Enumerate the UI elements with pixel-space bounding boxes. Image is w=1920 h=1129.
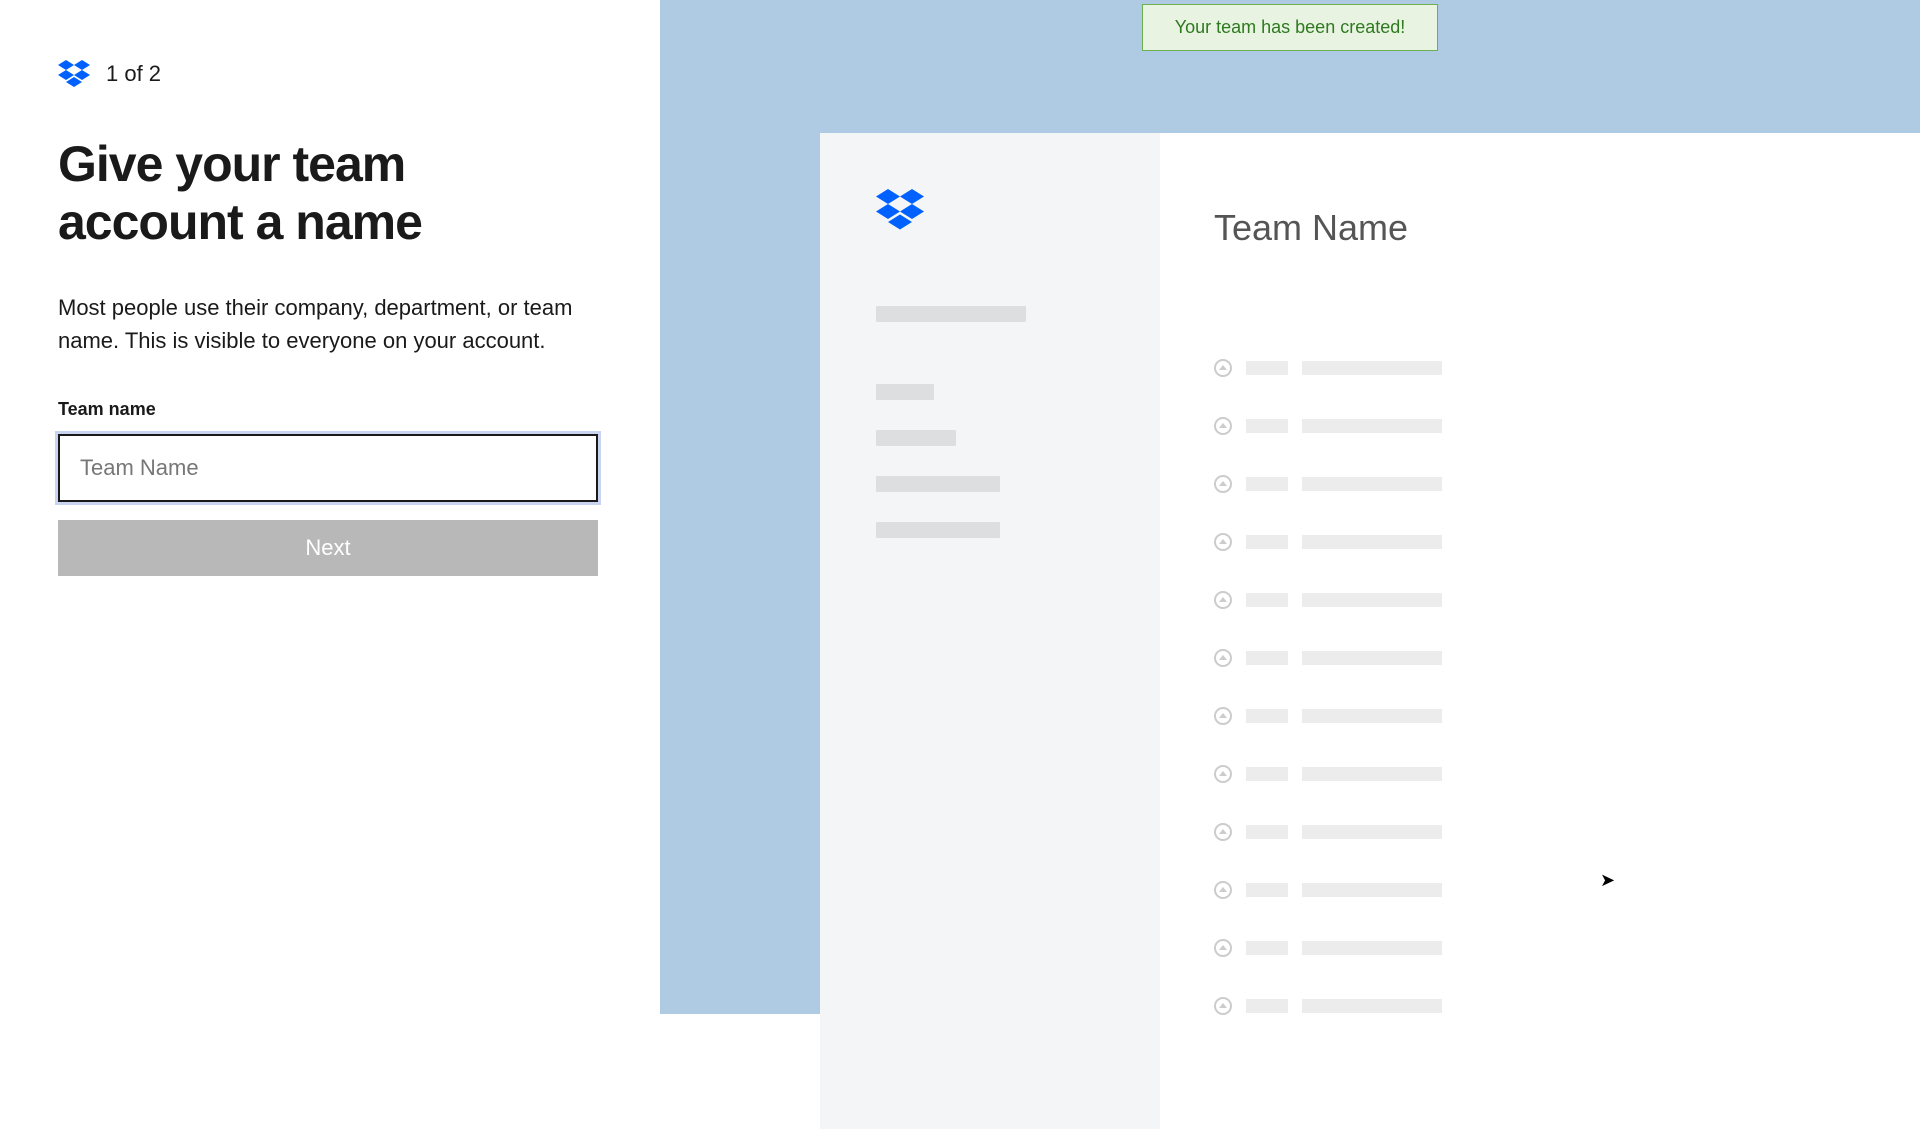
step-indicator: 1 of 2 bbox=[106, 61, 161, 87]
skeleton-bar bbox=[1302, 709, 1442, 723]
setup-form-panel: 1 of 2 Give your team account a name Mos… bbox=[0, 0, 660, 1014]
cloud-icon bbox=[1214, 475, 1232, 493]
list-item bbox=[1214, 765, 1866, 783]
skeleton-bar bbox=[1302, 941, 1442, 955]
list-item bbox=[1214, 997, 1866, 1015]
list-item bbox=[1214, 533, 1866, 551]
skeleton-bar bbox=[1246, 651, 1288, 665]
cloud-icon bbox=[1214, 881, 1232, 899]
preview-main: Team Name bbox=[1160, 133, 1920, 1129]
skeleton-bar bbox=[1246, 767, 1288, 781]
next-button[interactable]: Next bbox=[58, 520, 598, 576]
dropbox-logo-icon bbox=[58, 60, 90, 88]
page-description: Most people use their company, departmen… bbox=[58, 291, 588, 357]
list-item bbox=[1214, 881, 1866, 899]
cloud-icon bbox=[1214, 823, 1232, 841]
cloud-icon bbox=[1214, 707, 1232, 725]
cloud-icon bbox=[1214, 359, 1232, 377]
skeleton-bar bbox=[1302, 477, 1442, 491]
preview-team-name: Team Name bbox=[1214, 207, 1866, 249]
cloud-icon bbox=[1214, 649, 1232, 667]
skeleton-bar bbox=[1302, 767, 1442, 781]
skeleton-bar bbox=[1302, 651, 1442, 665]
page-heading: Give your team account a name bbox=[58, 136, 602, 251]
skeleton-bar bbox=[1246, 999, 1288, 1013]
cloud-icon bbox=[1214, 765, 1232, 783]
preview-sidebar bbox=[820, 133, 1160, 1129]
skeleton-bar bbox=[876, 522, 1000, 538]
list-item bbox=[1214, 649, 1866, 667]
skeleton-bar bbox=[1302, 535, 1442, 549]
list-item bbox=[1214, 417, 1866, 435]
skeleton-bar bbox=[876, 384, 934, 400]
list-item bbox=[1214, 823, 1866, 841]
skeleton-bar bbox=[1302, 361, 1442, 375]
list-item bbox=[1214, 359, 1866, 377]
skeleton-bar bbox=[1302, 825, 1442, 839]
team-name-input[interactable] bbox=[58, 434, 598, 502]
list-item bbox=[1214, 591, 1866, 609]
skeleton-bar bbox=[1302, 883, 1442, 897]
list-item bbox=[1214, 939, 1866, 957]
skeleton-bar bbox=[1302, 999, 1442, 1013]
cloud-icon bbox=[1214, 997, 1232, 1015]
preview-panel: Your team has been created! Team Name bbox=[660, 0, 1920, 1014]
cloud-icon bbox=[1214, 591, 1232, 609]
skeleton-bar bbox=[1246, 593, 1288, 607]
skeleton-bar bbox=[1246, 535, 1288, 549]
preview-window: Team Name bbox=[820, 133, 1920, 1129]
logo-row: 1 of 2 bbox=[58, 60, 602, 88]
skeleton-bar bbox=[876, 430, 956, 446]
cloud-icon bbox=[1214, 533, 1232, 551]
list-item bbox=[1214, 707, 1866, 725]
skeleton-bar bbox=[1302, 419, 1442, 433]
skeleton-bar bbox=[1246, 941, 1288, 955]
skeleton-bar bbox=[1246, 883, 1288, 897]
skeleton-bar bbox=[876, 476, 1000, 492]
skeleton-bar bbox=[1246, 419, 1288, 433]
skeleton-bar bbox=[1246, 709, 1288, 723]
list-item bbox=[1214, 475, 1866, 493]
skeleton-bar bbox=[1246, 361, 1288, 375]
skeleton-bar bbox=[1302, 593, 1442, 607]
team-name-label: Team name bbox=[58, 399, 602, 420]
dropbox-logo-icon bbox=[876, 189, 924, 231]
skeleton-bar bbox=[1246, 477, 1288, 491]
success-toast: Your team has been created! bbox=[1142, 4, 1439, 51]
cloud-icon bbox=[1214, 939, 1232, 957]
skeleton-bar bbox=[1246, 825, 1288, 839]
skeleton-bar bbox=[876, 306, 1026, 322]
cloud-icon bbox=[1214, 417, 1232, 435]
